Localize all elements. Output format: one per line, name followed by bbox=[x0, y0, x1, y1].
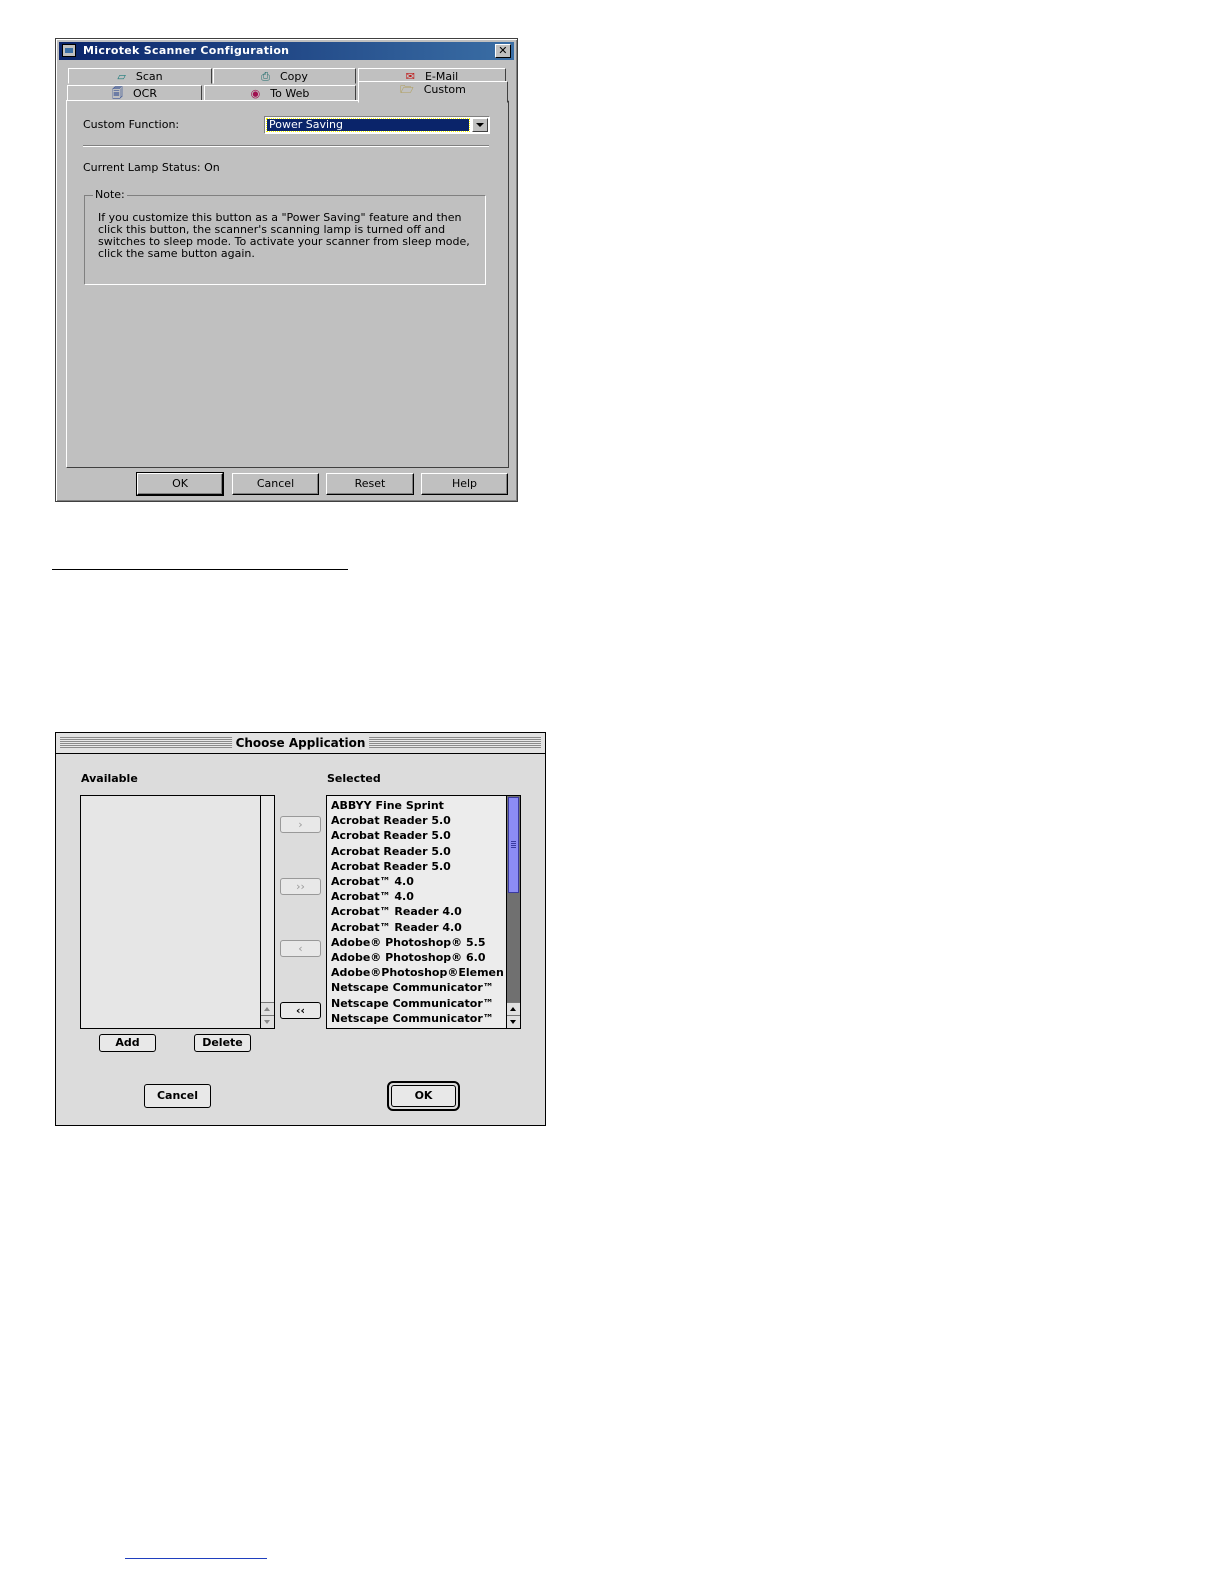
help-button[interactable]: Help bbox=[421, 473, 508, 495]
scanner-config-window: Microtek Scanner Configuration ✕ ▱ Scan ⎙… bbox=[55, 38, 518, 502]
scanner-app-icon bbox=[62, 44, 76, 57]
selected-items: ABBYY Fine Sprint Acrobat Reader 5.0 Acrob… bbox=[331, 798, 504, 1028]
ok-button[interactable]: OK bbox=[391, 1085, 456, 1107]
remove-one-button[interactable]: ‹ bbox=[280, 940, 321, 957]
list-item[interactable]: Acrobat Reader 5.0 bbox=[331, 828, 504, 843]
list-item[interactable]: Netscape Communicator™ bbox=[331, 996, 504, 1011]
note-text: If you customize this button as a "Power… bbox=[98, 211, 470, 260]
choose-application-dialog: Choose Application Available Selected › … bbox=[55, 732, 546, 1126]
title-bar[interactable]: Choose Application bbox=[56, 733, 545, 754]
delete-button[interactable]: Delete bbox=[194, 1034, 251, 1052]
selected-label: Selected bbox=[327, 772, 381, 785]
scanner-icon: ▱ bbox=[117, 70, 126, 83]
tab-custom[interactable]: 🗁 Custom bbox=[358, 81, 508, 103]
add-all-button[interactable]: ›› bbox=[280, 878, 321, 895]
list-item[interactable]: Acrobat Reader 5.0 bbox=[331, 859, 504, 874]
list-item[interactable]: Netscape Communicator™ bbox=[331, 1011, 504, 1026]
selected-scrollbar[interactable] bbox=[506, 796, 520, 1028]
note-group: Note: If you customize this button as a … bbox=[84, 188, 486, 285]
printer-icon: ⎙ bbox=[261, 70, 270, 83]
available-label: Available bbox=[81, 772, 138, 785]
scroll-thumb[interactable] bbox=[508, 797, 519, 893]
list-item[interactable]: Acrobat Reader 5.0 bbox=[331, 844, 504, 859]
custom-function-select[interactable]: Power Saving bbox=[264, 116, 490, 134]
tab-scan[interactable]: ▱ Scan bbox=[68, 68, 212, 84]
custom-function-label: Custom Function: bbox=[83, 118, 180, 131]
tab-ocr[interactable]: 🗐 OCR bbox=[67, 85, 202, 101]
custom-function-value: Power Saving bbox=[266, 118, 470, 132]
add-button[interactable]: Add bbox=[99, 1034, 156, 1052]
selected-list[interactable]: ABBYY Fine Sprint Acrobat Reader 5.0 Acrob… bbox=[326, 795, 521, 1029]
lamp-status: Current Lamp Status: On bbox=[83, 161, 220, 174]
link-underline[interactable] bbox=[125, 1558, 267, 1559]
chevron-down-icon[interactable] bbox=[472, 118, 488, 132]
folder-icon: 🗁 bbox=[400, 83, 414, 96]
add-one-button[interactable]: › bbox=[280, 816, 321, 833]
available-list[interactable] bbox=[80, 795, 275, 1029]
ok-button[interactable]: OK bbox=[136, 472, 224, 496]
tab-to-web[interactable]: ◉ To Web bbox=[204, 85, 356, 101]
scroll-down-icon[interactable] bbox=[261, 1015, 274, 1028]
list-item[interactable]: Acrobat Reader 5.0 bbox=[331, 813, 504, 828]
cancel-button[interactable]: Cancel bbox=[232, 473, 319, 495]
reset-button[interactable]: Reset bbox=[326, 473, 414, 495]
page-divider bbox=[52, 569, 348, 570]
scroll-down-icon[interactable] bbox=[507, 1015, 520, 1028]
list-item[interactable]: Netscape Communicator™ bbox=[331, 980, 504, 995]
scroll-up-icon[interactable] bbox=[507, 1002, 520, 1015]
scroll-up-icon[interactable] bbox=[261, 1002, 274, 1015]
available-scrollbar[interactable] bbox=[260, 796, 274, 1028]
cancel-button[interactable]: Cancel bbox=[144, 1084, 211, 1108]
window-title: Microtek Scanner Configuration bbox=[83, 44, 290, 57]
list-item[interactable]: Adobe®Photoshop®Elements bbox=[331, 965, 504, 980]
remove-all-button[interactable]: ‹‹ bbox=[280, 1002, 321, 1019]
list-item[interactable]: Adobe® Photoshop® 6.0 bbox=[331, 950, 504, 965]
title-bar[interactable]: Microtek Scanner Configuration ✕ bbox=[59, 42, 514, 60]
list-item[interactable]: Acrobat™ Reader 4.0 bbox=[331, 920, 504, 935]
dialog-title: Choose Application bbox=[231, 735, 370, 751]
list-item[interactable]: Adobe® Photoshop® 5.5 bbox=[331, 935, 504, 950]
list-item[interactable]: ABBYY Fine Sprint bbox=[331, 798, 504, 813]
list-item[interactable]: Acrobat™ 4.0 bbox=[331, 874, 504, 889]
list-item[interactable]: Acrobat™ 4.0 bbox=[331, 889, 504, 904]
default-ring: OK bbox=[387, 1081, 460, 1111]
tab-copy[interactable]: ⎙ Copy bbox=[213, 68, 356, 84]
close-icon[interactable]: ✕ bbox=[495, 44, 511, 58]
divider bbox=[83, 145, 489, 147]
list-item[interactable]: Acrobat™ Reader 4.0 bbox=[331, 904, 504, 919]
note-title: Note: bbox=[93, 188, 127, 201]
